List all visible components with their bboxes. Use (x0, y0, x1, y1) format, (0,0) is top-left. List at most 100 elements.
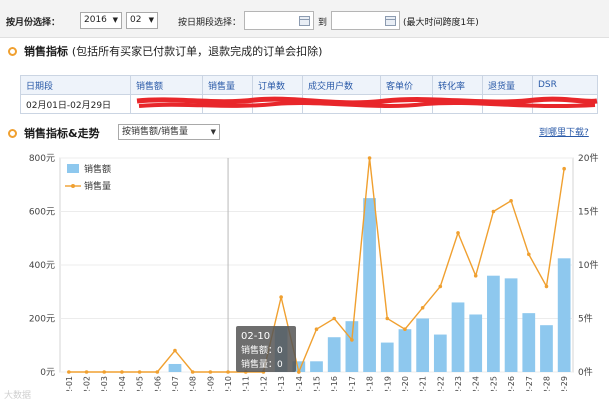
sales-subtitle: (包括所有买家已付款订单，退款完成的订单会扣除) (71, 45, 323, 58)
trend-metric-select[interactable]: 按销售额/销售量 ▼ (118, 124, 220, 140)
calendar-icon[interactable] (385, 16, 396, 26)
chart-line-point[interactable] (155, 370, 160, 374)
chart-line-point[interactable] (403, 327, 407, 331)
chart-bar[interactable] (327, 337, 341, 372)
chart-line-point[interactable] (544, 284, 549, 289)
chart-bar[interactable] (469, 314, 483, 372)
chart-line-point[interactable] (491, 209, 496, 214)
chart-line-point[interactable] (102, 370, 107, 374)
y-right-tick-label: 10件 (578, 259, 598, 271)
y-left-tick-label: 600元 (29, 208, 55, 218)
y-right-tick-label: 15件 (578, 206, 598, 218)
chart-line-point[interactable] (314, 327, 319, 331)
x-tick-label: 02-14 (295, 376, 304, 391)
x-tick-label: 02-01 (65, 376, 74, 391)
x-tick-label: 02-26 (507, 376, 516, 391)
sales-trend-chart: 0元 200元 400元 600元 800元 0件 5件 10件 15件 20件 02-01 02-0… (29, 152, 599, 391)
year-select[interactable]: 2016 ▼ (80, 12, 122, 29)
column-header: 订单数 (252, 75, 303, 95)
chart-line-point[interactable] (173, 348, 177, 353)
chart-line-point[interactable] (297, 370, 301, 374)
chart-line-point[interactable] (562, 166, 566, 171)
chevron-down-icon: ▼ (148, 16, 154, 24)
chart-line-point[interactable] (84, 370, 89, 374)
x-tick-label: 02-28 (542, 376, 551, 391)
chart-bar[interactable] (363, 198, 376, 372)
chart-line-point[interactable] (438, 284, 443, 289)
chart-line-point[interactable] (120, 370, 124, 374)
download-link[interactable]: 到哪里下载? (539, 125, 589, 138)
x-tick-label: 02-19 (383, 376, 392, 391)
calendar-icon[interactable] (299, 16, 310, 26)
x-tick-label: 02-27 (525, 376, 534, 391)
chart-bar[interactable] (504, 278, 518, 372)
y-right-tick-label: 5件 (578, 313, 593, 325)
table-cell (302, 94, 381, 114)
table-cell (482, 94, 533, 114)
chart-line-point[interactable] (332, 316, 336, 321)
chart-bar[interactable] (345, 321, 359, 372)
chart-bar[interactable] (398, 329, 412, 372)
x-tick-label: 02-20 (401, 376, 410, 391)
chart-line-point[interactable] (473, 273, 478, 278)
month-filter-label: 按月份选择： (6, 18, 61, 28)
chart-line-point[interactable] (137, 370, 142, 374)
x-tick-label: 02-10 (224, 376, 233, 391)
x-tick-label: 02-13 (277, 376, 286, 391)
chart-line-point[interactable] (279, 295, 283, 299)
table-cell-date-range: 02月01日-02月29日 (20, 94, 131, 114)
bullet-circle-icon (8, 129, 17, 138)
chart-line-point[interactable] (190, 370, 195, 374)
x-tick-label: 02-07 (171, 376, 180, 391)
trend-select-value: 按销售额/销售量 (122, 127, 189, 137)
chart-line-point[interactable] (67, 370, 71, 374)
chart-line-point[interactable] (385, 316, 390, 321)
start-date-input[interactable] (244, 11, 314, 30)
x-tick-label: 02-23 (454, 376, 463, 391)
sales-title-text: 销售指标 (24, 45, 68, 58)
x-tick-label: 02-09 (206, 376, 215, 391)
date-hint: (最大时间跨度1年) (403, 18, 479, 28)
table-cell (202, 94, 253, 114)
chart-bar[interactable] (540, 325, 553, 372)
x-tick-label: 02-04 (118, 376, 127, 391)
chart-bar[interactable] (522, 313, 536, 372)
chart-bar[interactable] (310, 361, 323, 372)
x-tick-label: 02-25 (489, 376, 498, 391)
y-left-tick-label: 200元 (29, 315, 55, 325)
chart-line-point[interactable] (509, 199, 513, 203)
y-left-tick-label: 400元 (29, 261, 55, 271)
table-cell (130, 94, 203, 114)
x-tick-label: 02-15 (313, 376, 322, 391)
chart-line-point[interactable] (367, 156, 372, 160)
chart-line-point[interactable] (526, 252, 531, 257)
end-date-input[interactable] (331, 11, 400, 30)
bullet-circle-icon (8, 47, 17, 56)
column-header: 转化率 (432, 75, 483, 95)
chart-bar[interactable] (416, 318, 430, 373)
chart-line-point[interactable] (420, 306, 425, 310)
x-tick-label: 02-05 (136, 376, 145, 391)
table-row: 02月01日-02月29日 (20, 94, 598, 114)
legend-bar-swatch (67, 164, 79, 173)
tooltip-text: 销售额：0 (241, 344, 283, 356)
x-tick-label: 02-17 (348, 376, 357, 391)
trend-section-title: 销售指标&走势 (8, 125, 100, 141)
x-tick-label: 02-18 (366, 376, 375, 391)
column-header: 日期段 (20, 75, 131, 95)
chart-bar[interactable] (487, 275, 500, 372)
chart-bar[interactable] (557, 258, 571, 372)
month-select[interactable]: 02 ▼ (126, 12, 158, 29)
table-cell (532, 94, 598, 114)
chart-line-point[interactable] (456, 231, 460, 235)
chart-line-point[interactable] (350, 338, 354, 342)
y-left-tick-label: 800元 (29, 154, 55, 164)
chart-bar[interactable] (433, 334, 447, 372)
chart-bar[interactable] (451, 302, 465, 372)
chart-bar[interactable] (380, 342, 394, 372)
x-tick-label: 02-16 (330, 376, 339, 391)
x-tick-label: 02-24 (472, 376, 481, 391)
chart-line-point[interactable] (226, 370, 230, 374)
chart-line-point[interactable] (208, 370, 213, 374)
chart-bar[interactable] (168, 363, 182, 372)
